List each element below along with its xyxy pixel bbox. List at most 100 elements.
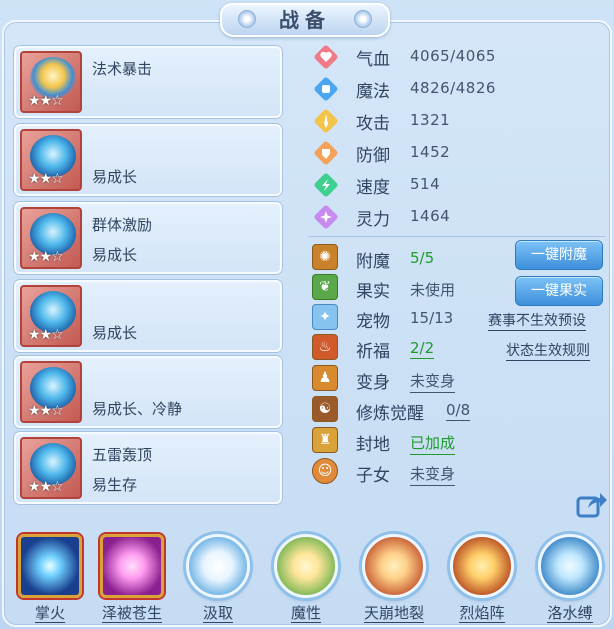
absorb-icon: [186, 534, 250, 598]
skill-card-line2: 易成长: [92, 246, 138, 264]
extra-row-transform: ♟ 变身 未变身: [312, 365, 612, 393]
extra-value[interactable]: 未变身: [410, 370, 456, 393]
attr-value: 1464: [410, 207, 451, 225]
skill-card[interactable]: ★★☆ 群体激励 易成长: [14, 202, 282, 274]
title-ornament-left-icon: [238, 10, 256, 28]
star-rating: ★★☆: [28, 479, 64, 495]
skill-card-line2: 易成长: [92, 168, 138, 186]
extra-value: 未使用: [410, 281, 456, 299]
attr-row-defense: 防御 1452: [312, 139, 512, 167]
title-ornament-right-icon: [354, 10, 372, 28]
extra-value: 15/13: [410, 309, 454, 327]
water-bind-icon: [538, 534, 602, 598]
skill-slot[interactable]: 泽被苍生: [96, 528, 168, 628]
skill-slot[interactable]: 掌火: [14, 528, 86, 628]
skill-card[interactable]: ★★☆ 法术暴击: [14, 46, 282, 118]
palm-fire-icon: [18, 534, 82, 598]
skill-label: 烈焰阵: [459, 604, 505, 623]
speed-icon: [312, 171, 340, 199]
child-icon: ☺: [312, 458, 338, 484]
attr-row-spirit: 灵力 1464: [312, 203, 512, 231]
blue-warrior-icon: ★★☆: [20, 207, 82, 269]
fruit-all-button[interactable]: 一键果实: [515, 276, 603, 306]
fruit-icon: ❦: [312, 274, 338, 300]
transform-icon: ♟: [312, 365, 338, 391]
golden-dragon-helm-icon: ★★☆: [20, 51, 82, 113]
skill-card[interactable]: ★★☆ 五雷轰顶 易生存: [14, 432, 282, 504]
skill-label: 魔性: [290, 604, 321, 623]
section-divider: [308, 236, 606, 237]
extra-label: 修炼觉醒: [356, 404, 424, 424]
skill-slot[interactable]: 烈焰阵: [446, 528, 518, 628]
mana-drop-icon: [312, 75, 340, 103]
attr-label: 速度: [356, 178, 390, 198]
extra-label: 封地: [356, 435, 390, 455]
attr-label: 灵力: [356, 210, 390, 230]
star-rating: ★★☆: [28, 403, 64, 419]
skill-slot[interactable]: 天崩地裂: [358, 528, 430, 628]
extra-value: 5/5: [410, 249, 435, 267]
enchant-icon: ✺: [312, 244, 338, 270]
sword-icon: [312, 107, 340, 135]
pet-icon: ✦: [312, 304, 338, 330]
extra-value[interactable]: 0/8: [446, 401, 471, 421]
skill-label: 洛水缚: [547, 604, 593, 623]
attr-row-mp: 魔法 4826/4826: [312, 75, 512, 103]
attr-label: 魔法: [356, 82, 390, 102]
panel-title-text: 战备: [279, 8, 331, 32]
star-rating: ★★☆: [28, 249, 64, 265]
skill-card[interactable]: ★★☆ 易成长、冷静: [14, 356, 282, 428]
extra-value[interactable]: 未变身: [410, 463, 456, 486]
earthquake-icon: [362, 534, 426, 598]
skill-label: 泽被苍生: [101, 604, 162, 623]
skill-card-line1: 五雷轰顶: [92, 446, 153, 464]
blessing-hand-icon: [100, 534, 164, 598]
heart-icon: [312, 43, 340, 71]
share-icon[interactable]: [576, 490, 608, 518]
extra-label: 宠物: [356, 312, 390, 332]
blue-flame-helm-icon: ★★☆: [20, 437, 82, 499]
extra-label: 变身: [356, 373, 390, 393]
extra-row-fief: ♜ 封地 已加成: [312, 427, 612, 455]
attr-label: 防御: [356, 146, 390, 166]
attr-value: 4065/4065: [410, 47, 496, 65]
status-rules-link[interactable]: 状态生效规则: [506, 340, 590, 361]
attr-row-attack: 攻击 1321: [312, 107, 512, 135]
extra-row-cultivation: ☯ 修炼觉醒 0/8: [312, 396, 612, 424]
extra-label: 附魔: [356, 252, 390, 272]
enchant-all-button[interactable]: 一键附魔: [515, 240, 603, 270]
skill-slot[interactable]: 汲取: [182, 528, 254, 628]
skill-label: 汲取: [202, 604, 233, 623]
tournament-preset-link[interactable]: 赛事不生效预设: [488, 310, 586, 331]
demon-nature-icon: [274, 534, 338, 598]
blue-crown-icon: ★★☆: [20, 361, 82, 423]
skill-card[interactable]: ★★☆ 易成长: [14, 124, 282, 196]
spirit-icon: [312, 203, 340, 231]
shield-icon: [312, 139, 340, 167]
attr-row-speed: 速度 514: [312, 171, 512, 199]
blue-guardian-icon: ★★☆: [20, 129, 82, 191]
skill-slot[interactable]: 洛水缚: [534, 528, 606, 628]
cultivation-icon: ☯: [312, 396, 338, 422]
attr-value: 514: [410, 175, 441, 193]
extra-value[interactable]: 2/2: [410, 339, 435, 359]
skill-card-line2: 易成长、冷静: [92, 400, 183, 418]
skill-card-line1: 群体激励: [92, 216, 153, 234]
blue-horned-helm-icon: ★★☆: [20, 285, 82, 347]
blessing-icon: ♨: [312, 334, 338, 360]
fief-icon: ♜: [312, 427, 338, 453]
skill-slot[interactable]: 魔性: [270, 528, 342, 628]
extra-label: 祈福: [356, 342, 390, 362]
attr-value: 4826/4826: [410, 79, 496, 97]
flame-formation-icon: [450, 534, 514, 598]
extra-label: 果实: [356, 282, 390, 302]
extra-row-child: ☺ 子女 未变身: [312, 458, 612, 486]
extra-label: 子女: [356, 466, 390, 486]
attr-value: 1452: [410, 143, 451, 161]
extra-value[interactable]: 已加成: [410, 432, 456, 455]
skill-bar: 掌火 泽被苍生 汲取 魔性 天崩地裂 烈焰阵 洛水缚: [0, 528, 614, 628]
attr-value: 1321: [410, 111, 451, 129]
attr-label: 气血: [356, 50, 390, 70]
star-rating: ★★☆: [28, 171, 64, 187]
skill-card[interactable]: ★★☆ 易成长: [14, 280, 282, 352]
